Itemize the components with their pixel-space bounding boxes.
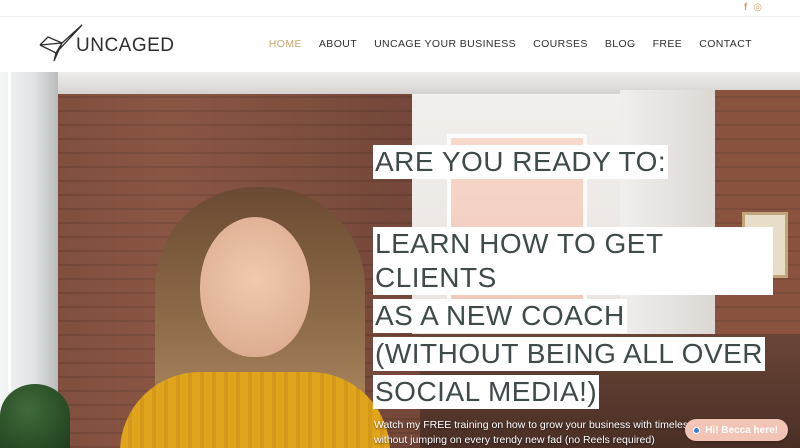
headline-line: ARE YOU READY TO: xyxy=(373,145,669,179)
plant xyxy=(0,384,70,448)
brand-name: UNCAGED xyxy=(76,35,175,56)
headline-line: LEARN HOW TO GET CLIENTS xyxy=(373,227,773,295)
nav-item-uncage-your-business[interactable]: UNCAGE YOUR BUSINESS xyxy=(374,38,516,50)
site-header: UNCAGED HOME ABOUT UNCAGE YOUR BUSINESS … xyxy=(0,17,800,72)
chat-status-icon xyxy=(693,426,701,434)
hero-headline: ARE YOU READY TO: LEARN HOW TO GET CLIEN… xyxy=(373,145,773,413)
nav-item-free[interactable]: FREE xyxy=(653,38,683,50)
nav-item-home[interactable]: HOME xyxy=(269,38,302,50)
headline-line: AS A NEW COACH xyxy=(373,299,627,333)
social-links: f ◎ xyxy=(744,2,762,14)
nav-item-courses[interactable]: COURSES xyxy=(533,38,588,50)
facebook-icon[interactable]: f xyxy=(744,2,747,14)
main-nav: HOME ABOUT UNCAGE YOUR BUSINESS COURSES … xyxy=(269,38,752,50)
top-bar: f ◎ xyxy=(0,0,800,17)
chat-label: Hi! Becca here! xyxy=(705,424,778,436)
chat-widget-button[interactable]: Hi! Becca here! xyxy=(685,419,788,441)
headline-line: (WITHOUT BEING ALL OVER xyxy=(373,337,766,371)
instagram-icon[interactable]: ◎ xyxy=(753,2,762,14)
nav-item-blog[interactable]: BLOG xyxy=(605,38,636,50)
logo[interactable]: UNCAGED xyxy=(38,23,175,63)
nav-item-contact[interactable]: CONTACT xyxy=(699,38,752,50)
headline-line: SOCIAL MEDIA!) xyxy=(373,375,600,409)
hero-portrait xyxy=(110,187,400,448)
nav-item-about[interactable]: ABOUT xyxy=(319,38,357,50)
